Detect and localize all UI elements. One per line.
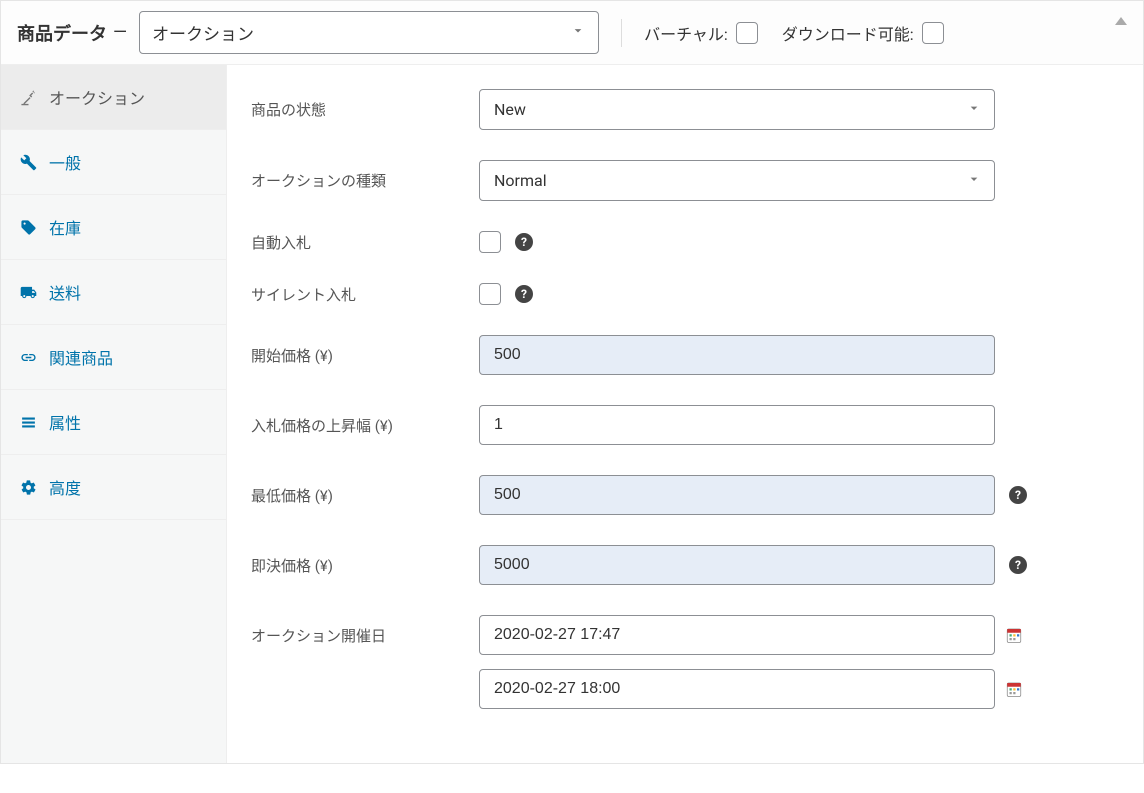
label-auction-dates: オークション開催日: [251, 625, 479, 646]
gavel-icon: [19, 88, 37, 106]
tab-label: オークション: [49, 85, 145, 109]
gear-icon: [19, 478, 37, 496]
virtual-checkbox-group: バーチャル:: [644, 21, 758, 45]
calendar-icon[interactable]: [1005, 680, 1023, 698]
panel-title: 商品データ: [17, 20, 107, 46]
settings-tabs-sidebar: オークション 一般 在庫 送料: [1, 65, 227, 763]
title-dash: —: [113, 22, 127, 43]
row-auction-type: オークションの種類 Normal: [251, 160, 1119, 201]
label-start-price: 開始価格 (¥): [251, 345, 479, 366]
chevron-down-icon: [570, 22, 586, 43]
product-data-panel: 商品データ — オークション バーチャル: ダウンロード可能:: [0, 0, 1144, 764]
item-condition-select[interactable]: New: [479, 89, 995, 130]
sealed-bidding-checkbox[interactable]: [479, 283, 501, 305]
date-to-input[interactable]: [479, 669, 995, 709]
tab-label: 送料: [49, 280, 81, 304]
calendar-icon[interactable]: [1005, 626, 1023, 644]
proxy-bidding-checkbox[interactable]: [479, 231, 501, 253]
row-auction-dates-to: [251, 669, 1119, 709]
label-auction-type: オークションの種類: [251, 170, 479, 191]
auction-type-select[interactable]: Normal: [479, 160, 995, 201]
label-buyout-price: 即決価格 (¥): [251, 555, 479, 576]
divider: [621, 19, 622, 47]
row-item-condition: 商品の状態 New: [251, 89, 1119, 130]
row-proxy-bidding: 自動入札 ?: [251, 231, 1119, 253]
label-bid-increment: 入札価格の上昇幅 (¥): [251, 415, 479, 436]
label-reserve-price: 最低価格 (¥): [251, 485, 479, 506]
tab-label: 属性: [49, 410, 81, 434]
tab-auction[interactable]: オークション: [1, 65, 226, 130]
truck-icon: [19, 283, 37, 301]
chevron-down-icon: [966, 100, 982, 120]
settings-content: 商品の状態 New オークションの種類 Normal: [227, 65, 1143, 763]
collapse-toggle[interactable]: [1115, 17, 1127, 25]
label-sealed-bidding: サイレント入札: [251, 284, 479, 305]
tab-general[interactable]: 一般: [1, 130, 226, 195]
panel-body: オークション 一般 在庫 送料: [1, 65, 1143, 763]
tab-attributes[interactable]: 属性: [1, 390, 226, 455]
tab-shipping[interactable]: 送料: [1, 260, 226, 325]
row-bid-increment: 入札価格の上昇幅 (¥): [251, 405, 1119, 445]
label-item-condition: 商品の状態: [251, 99, 479, 120]
help-icon[interactable]: ?: [515, 233, 533, 251]
tab-inventory[interactable]: 在庫: [1, 195, 226, 260]
help-icon[interactable]: ?: [1009, 556, 1027, 574]
tab-label: 高度: [49, 475, 81, 499]
auction-type-value: Normal: [494, 171, 547, 190]
reserve-price-input[interactable]: [479, 475, 995, 515]
downloadable-checkbox[interactable]: [922, 22, 944, 44]
help-icon[interactable]: ?: [1009, 486, 1027, 504]
bid-increment-input[interactable]: [479, 405, 995, 445]
start-price-input[interactable]: [479, 335, 995, 375]
virtual-checkbox[interactable]: [736, 22, 758, 44]
link-icon: [19, 348, 37, 366]
panel-header: 商品データ — オークション バーチャル: ダウンロード可能:: [1, 1, 1143, 65]
tab-label: 関連商品: [49, 345, 113, 369]
row-start-price: 開始価格 (¥): [251, 335, 1119, 375]
row-auction-dates-from: オークション開催日: [251, 615, 1119, 655]
row-reserve-price: 最低価格 (¥) ?: [251, 475, 1119, 515]
buyout-price-input[interactable]: [479, 545, 995, 585]
virtual-label: バーチャル:: [644, 21, 728, 45]
wrench-icon: [19, 153, 37, 171]
product-type-value: オークション: [152, 25, 254, 45]
help-icon[interactable]: ?: [515, 285, 533, 303]
label-proxy-bidding: 自動入札: [251, 232, 479, 253]
tag-icon: [19, 218, 37, 236]
downloadable-checkbox-group: ダウンロード可能:: [782, 21, 944, 45]
tab-label: 一般: [49, 150, 81, 174]
tab-linked-products[interactable]: 関連商品: [1, 325, 226, 390]
date-from-input[interactable]: [479, 615, 995, 655]
tab-advanced[interactable]: 高度: [1, 455, 226, 520]
chevron-down-icon: [966, 171, 982, 191]
row-sealed-bidding: サイレント入札 ?: [251, 283, 1119, 305]
tab-label: 在庫: [49, 215, 81, 239]
product-type-select[interactable]: オークション: [139, 11, 599, 54]
list-icon: [19, 413, 37, 431]
downloadable-label: ダウンロード可能:: [782, 21, 914, 45]
row-buyout-price: 即決価格 (¥) ?: [251, 545, 1119, 585]
item-condition-value: New: [494, 100, 526, 119]
